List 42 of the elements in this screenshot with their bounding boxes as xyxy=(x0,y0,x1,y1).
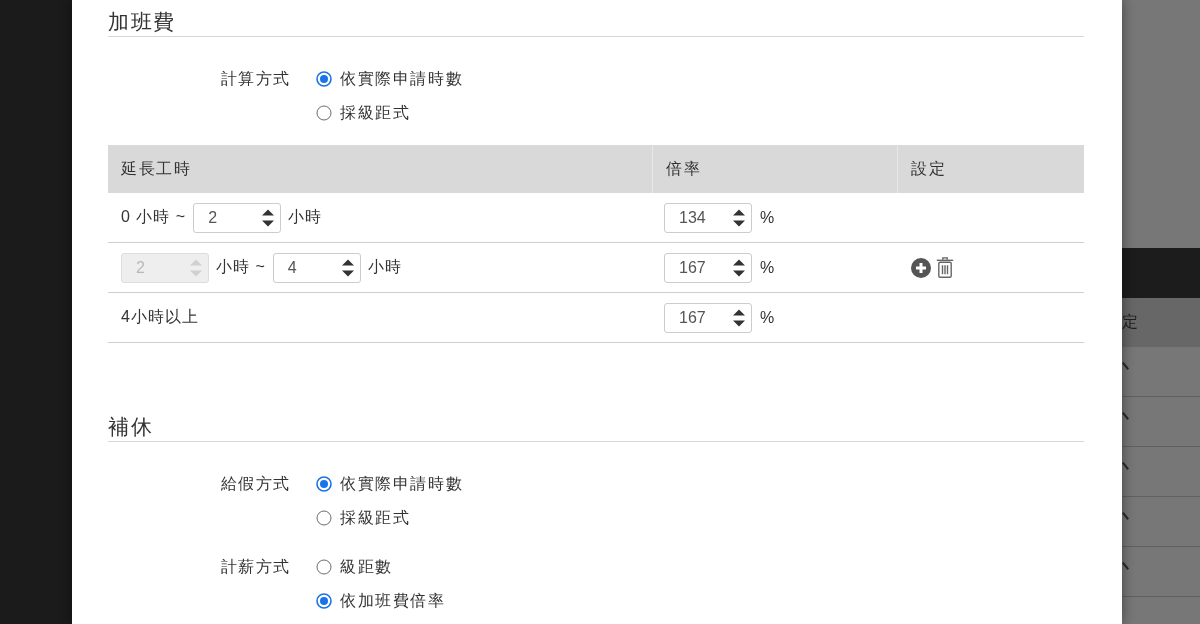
spinner-icon xyxy=(190,258,202,277)
option-label[interactable]: 依加班費倍率 xyxy=(340,589,446,613)
trash-icon[interactable] xyxy=(936,257,954,278)
spinner-icon[interactable] xyxy=(733,208,745,227)
option-label[interactable]: 級距數 xyxy=(340,555,393,579)
radio-button[interactable] xyxy=(316,476,332,492)
plus-circle-icon[interactable] xyxy=(911,257,931,278)
hours-label: 4小時以上 xyxy=(121,307,199,327)
hours-label: 小時 xyxy=(367,257,402,277)
field-label: 給假方式 xyxy=(220,474,291,494)
option-label[interactable]: 依實際申請時數 xyxy=(340,472,464,496)
hours-label: 0 小時 ~ xyxy=(121,207,187,227)
section-title: 加班費 xyxy=(108,9,176,35)
column-header: 倍率 xyxy=(652,145,897,193)
option-label[interactable]: 依實際申請時數 xyxy=(340,67,464,91)
radio-button[interactable] xyxy=(316,559,332,575)
column-header: 延長工時 xyxy=(108,145,652,193)
hours-label: 小時 ~ xyxy=(216,257,266,277)
spinner-icon[interactable] xyxy=(341,258,354,277)
unit-label: % xyxy=(760,208,776,227)
number-input[interactable]: 167 xyxy=(664,302,752,333)
option-label[interactable]: 採級距式 xyxy=(340,506,411,530)
number-input[interactable]: 134 xyxy=(664,202,752,233)
field-label: 計算方式 xyxy=(220,69,291,89)
hours-label: 小時 xyxy=(288,207,323,227)
column-header: 設定 xyxy=(897,145,1084,193)
radio-button[interactable] xyxy=(316,593,332,609)
spinner-icon[interactable] xyxy=(733,308,745,327)
radio-button[interactable] xyxy=(316,71,332,87)
unit-label: % xyxy=(760,258,776,277)
number-input[interactable]: 167 xyxy=(664,252,752,283)
unit-label: % xyxy=(760,308,776,327)
field-label: 計薪方式 xyxy=(220,557,291,577)
option-label[interactable]: 採級距式 xyxy=(340,101,411,125)
number-input[interactable]: 2 xyxy=(193,202,282,233)
column-header: 定 xyxy=(1122,312,1138,332)
spinner-icon[interactable] xyxy=(733,258,745,277)
radio-button[interactable] xyxy=(316,510,332,526)
spinner-icon[interactable] xyxy=(262,208,275,227)
section-title: 補休 xyxy=(108,414,153,440)
number-input[interactable]: 4 xyxy=(272,252,361,283)
radio-button[interactable] xyxy=(316,105,332,121)
